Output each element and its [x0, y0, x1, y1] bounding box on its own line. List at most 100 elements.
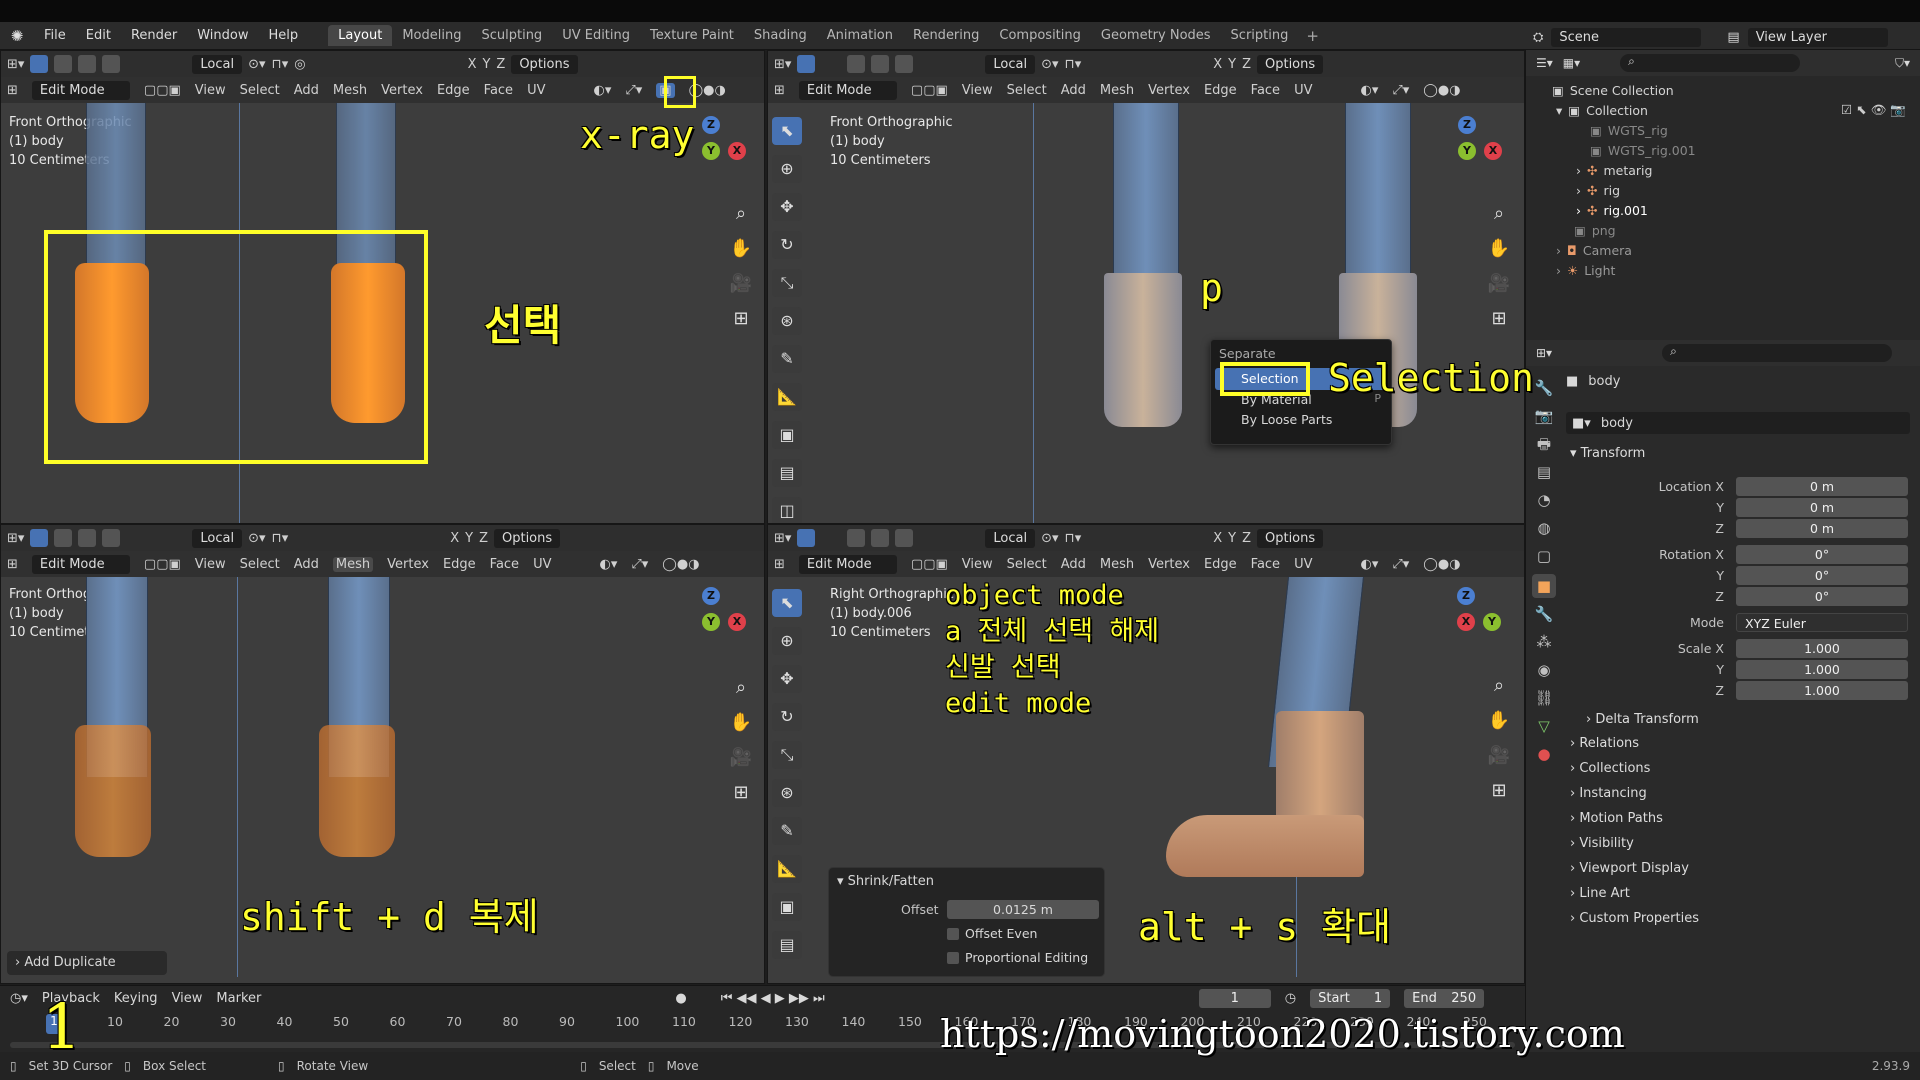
menu-add[interactable]: Add [294, 83, 319, 98]
view-layer-tab-icon[interactable]: ▤ [1532, 460, 1556, 484]
mirror-y[interactable]: Y [465, 531, 473, 546]
mirror-y[interactable]: Y [1228, 531, 1236, 546]
nav-gizmo[interactable]: Z X Y [1431, 587, 1501, 657]
outliner-row-rig-001[interactable]: › ✣ rig.001 [1526, 200, 1920, 220]
tab-animation[interactable]: Animation [817, 25, 903, 46]
scale-tool-icon[interactable]: ⤡ [772, 269, 802, 297]
inset-tool-icon[interactable]: ◫ [772, 497, 802, 523]
add-duplicate-panel[interactable]: › Add Duplicate [7, 951, 167, 975]
outliner-search-input[interactable]: ⌕ [1620, 54, 1801, 72]
overlay-icon[interactable]: ◐▾ [1360, 83, 1378, 98]
render-tab-icon[interactable]: 📷 [1532, 404, 1556, 428]
options-dropdown[interactable]: Options [1256, 528, 1324, 548]
chevron-right-icon[interactable]: › [1556, 263, 1561, 278]
overlay-icon[interactable]: ◐▾ [593, 83, 611, 98]
mirror-x[interactable]: X [1213, 57, 1222, 72]
snap-icon[interactable]: ⊓▾ [1065, 57, 1082, 72]
menu-edge[interactable]: Edge [437, 83, 470, 98]
object-tab-icon[interactable]: ■ [1532, 574, 1556, 598]
line-art-section[interactable]: › Line Art [1570, 886, 1630, 901]
mirror-z[interactable]: Z [479, 531, 488, 546]
menu-select[interactable]: Select [1007, 83, 1047, 98]
output-tab-icon[interactable]: 🖶 [1532, 432, 1556, 456]
shrink-fatten-title[interactable]: ▾ Shrink/Fatten [837, 874, 934, 889]
zoom-icon[interactable]: ⌕ [1494, 675, 1504, 696]
orientation-dropdown[interactable]: Local [192, 528, 243, 548]
viewport-top-right[interactable]: ⊞▾ Local ⊙▾ ⊓▾ X Y Z Options ⊞ Edit Mode… [767, 50, 1525, 524]
tab-modeling[interactable]: Modeling [392, 25, 471, 46]
grid-icon[interactable]: ⊞ [733, 782, 748, 803]
view-layer-selector[interactable]: View Layer [1747, 27, 1888, 47]
add-cube-tool-icon[interactable]: ▣ [772, 893, 802, 921]
orientation-dropdown[interactable]: Local [985, 54, 1036, 74]
offset-field[interactable]: 0.0125 m [947, 900, 1099, 919]
outliner-row-rig[interactable]: › ✣ rig [1526, 180, 1920, 200]
annotate-tool-icon[interactable]: ✎ [772, 345, 802, 373]
menu-add[interactable]: Add [294, 557, 319, 572]
measure-tool-icon[interactable]: 📐 [772, 383, 802, 411]
physics-tab-icon[interactable]: ◉ [1532, 658, 1556, 682]
menu-vertex[interactable]: Vertex [381, 83, 423, 98]
display-mode-icon[interactable]: ▦▾ [1563, 56, 1580, 70]
outliner-row-metarig[interactable]: › ✣ metarig [1526, 160, 1920, 180]
select-tool-icon[interactable]: ⬉ [772, 117, 802, 145]
select-mode-buttons[interactable]: ▢▢▣ [144, 557, 181, 572]
gizmo-x[interactable]: X [728, 613, 746, 631]
editor-type-icon[interactable]: ☰▾ [1536, 56, 1553, 70]
tab-sculpting[interactable]: Sculpting [471, 25, 552, 46]
mirror-x[interactable]: X [450, 531, 459, 546]
menu-view[interactable]: View [195, 83, 226, 98]
mode-dropdown[interactable]: Edit Mode [798, 554, 897, 574]
mirror-z[interactable]: Z [496, 57, 505, 72]
object-name-field[interactable]: ■▾ body [1566, 412, 1910, 434]
outliner-row-scene-collection[interactable]: ▣ Scene Collection [1526, 80, 1920, 100]
mirror-y[interactable]: Y [1228, 57, 1236, 72]
select-tool-icon[interactable]: ⬉ [772, 589, 802, 617]
box-extend-icon[interactable] [871, 55, 890, 73]
box-extend-icon[interactable] [78, 55, 97, 73]
scale-tool-icon[interactable]: ⤡ [772, 741, 802, 769]
gizmo-x[interactable]: X [1457, 613, 1475, 631]
menu-uv[interactable]: UV [1294, 83, 1312, 98]
tool-tab-icon[interactable]: 🔧 [1532, 376, 1556, 400]
particles-tab-icon[interactable]: ⁂ [1532, 630, 1556, 654]
menu-uv[interactable]: UV [527, 83, 545, 98]
visibility-icons[interactable]: ☑ ⬉ 👁 📷 [1841, 102, 1906, 118]
editor-type-icon[interactable]: ⊞▾ [774, 57, 791, 72]
gizmo-z[interactable]: Z [1457, 587, 1475, 605]
outliner-row-wgts-rig-001[interactable]: ▣ WGTS_rig.001 [1526, 140, 1920, 160]
scale-z-field[interactable]: 1.000 [1736, 680, 1908, 700]
box-extend-icon[interactable] [78, 529, 97, 547]
gizmo-z[interactable]: Z [702, 587, 720, 605]
chevron-right-icon[interactable]: › [1576, 163, 1581, 178]
custom-properties-section[interactable]: › Custom Properties [1570, 911, 1699, 926]
mirror-x[interactable]: X [468, 57, 477, 72]
tab-layout[interactable]: Layout [328, 25, 393, 46]
end-frame-field[interactable]: End 250 [1404, 988, 1485, 1008]
options-dropdown[interactable]: Options [511, 54, 578, 74]
options-dropdown[interactable]: Options [1256, 54, 1324, 74]
motion-paths-section[interactable]: › Motion Paths [1570, 811, 1663, 826]
menu-help[interactable]: Help [259, 28, 309, 43]
location-y-field[interactable]: 0 m [1736, 497, 1908, 517]
box-subtract-icon[interactable] [895, 55, 914, 73]
menu-timeline-view[interactable]: View [172, 991, 203, 1006]
options-dropdown[interactable]: Options [493, 528, 561, 548]
pan-hand-icon[interactable]: ✋ [730, 238, 752, 259]
gizmo-y[interactable]: Y [702, 142, 720, 160]
select-mode-icon[interactable] [797, 529, 816, 547]
menu-edge[interactable]: Edge [443, 557, 476, 572]
menu-face[interactable]: Face [490, 557, 519, 572]
gizmo-icon[interactable]: ⤢▾ [625, 83, 642, 98]
menu-face[interactable]: Face [1251, 83, 1280, 98]
menu-mesh[interactable]: Mesh [1100, 557, 1134, 572]
snap-icon[interactable]: ⊓▾ [272, 531, 289, 546]
mirror-y[interactable]: Y [482, 57, 490, 72]
tab-shading[interactable]: Shading [744, 25, 817, 46]
grid-icon[interactable]: ⊞ [1491, 780, 1506, 801]
chevron-down-icon[interactable]: ▾ [1556, 103, 1562, 118]
menu-mesh[interactable]: Mesh [1100, 83, 1134, 98]
camera-icon[interactable]: 🎥 [1488, 745, 1510, 766]
gizmo-z[interactable]: Z [702, 116, 720, 134]
orientation-dropdown[interactable]: Local [192, 54, 243, 74]
